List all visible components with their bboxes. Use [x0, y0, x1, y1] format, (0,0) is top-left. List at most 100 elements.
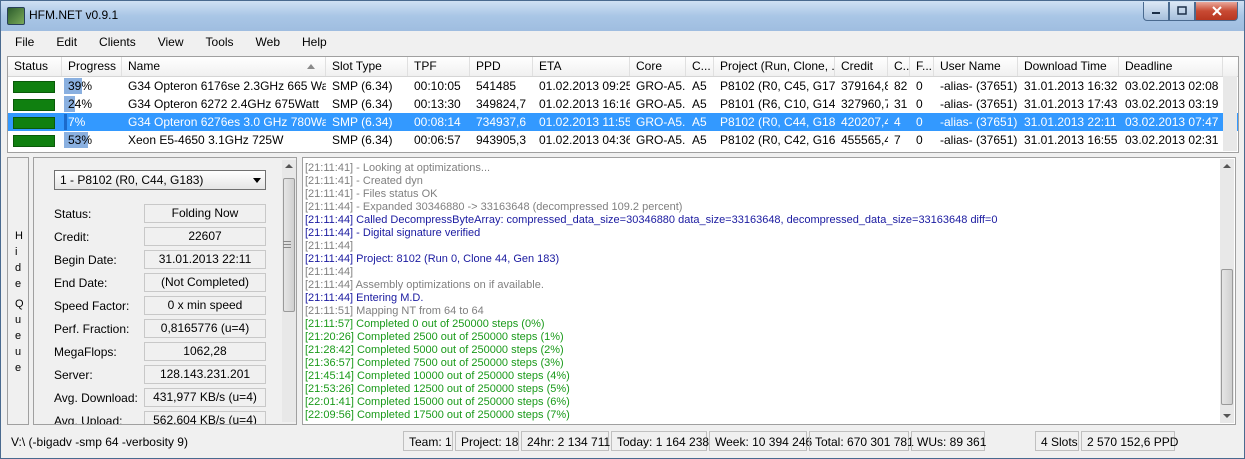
menu-edit[interactable]: Edit: [42, 35, 85, 49]
col-core-id[interactable]: C...: [686, 57, 714, 76]
col-ppd[interactable]: PPD: [470, 57, 533, 76]
info-scrollbar[interactable]: [282, 160, 296, 422]
cell-project: P8102 (R0, C45, G174): [720, 79, 835, 93]
cell-user: -alias- (37651): [940, 97, 1018, 111]
log-line: [21:11:44] Entering M.D.: [305, 292, 424, 304]
megaflops-label: MegaFlops:: [54, 345, 117, 359]
cell-name: G34 Opteron 6276es 3.0 GHz 780Watt: [128, 115, 326, 129]
avg-download-value: 431,977 KB/s (u=4): [144, 388, 266, 407]
log-line: [21:53:26] Completed 12500 out of 250000…: [305, 383, 570, 395]
splitter-handle[interactable]: [283, 241, 291, 261]
col-status[interactable]: Status: [8, 57, 62, 76]
app-window: HFM.NET v0.9.1 File Edit Clients View To…: [0, 0, 1245, 459]
cell-slot-type: SMP (6.34): [332, 97, 393, 111]
cell-completed: 31: [894, 97, 908, 111]
window-controls: [1143, 2, 1238, 21]
col-user-name[interactable]: User Name: [934, 57, 1018, 76]
menu-tools[interactable]: Tools: [192, 35, 242, 49]
status-project: Project: 18: [455, 431, 519, 451]
col-completed[interactable]: C..: [888, 57, 910, 76]
table-row[interactable]: 24% G34 Opteron 6272 2.4GHz 675Watt SMP …: [8, 95, 1238, 113]
slot-select[interactable]: 1 - P8102 (R0, C44, G183): [54, 170, 266, 190]
grip-line: [283, 241, 291, 242]
cell-eta: 01.02.2013 04:36: [539, 133, 630, 147]
cell-failed: 0: [916, 97, 923, 111]
begin-date-label: Begin Date:: [54, 253, 117, 267]
slots-grid: Status Progress Name Slot Type TPF PPD E…: [7, 56, 1239, 153]
cell-slot-type: SMP (6.34): [332, 133, 393, 147]
col-slot-type[interactable]: Slot Type: [326, 57, 408, 76]
window-title: HFM.NET v0.9.1: [29, 8, 119, 22]
table-row[interactable]: 53% Xeon E5-4650 3.1GHz 725W SMP (6.34) …: [8, 131, 1238, 149]
menu-bar: File Edit Clients View Tools Web Help: [1, 31, 1244, 53]
server-label: Server:: [54, 368, 93, 382]
hide-queue-letter: e: [15, 330, 22, 342]
col-eta[interactable]: ETA: [533, 57, 630, 76]
log-line: [21:11:44] Assembly optimizations on if …: [305, 279, 544, 291]
log-line: [21:36:57] Completed 7500 out of 250000 …: [305, 357, 564, 369]
log-line: [21:11:44] - Expanded 30346880 -> 331636…: [305, 201, 683, 213]
menu-view[interactable]: View: [144, 35, 192, 49]
cell-credit: 420207,4: [841, 115, 888, 129]
cell-slot-type: SMP (6.34): [332, 79, 393, 93]
status-value: Folding Now: [144, 204, 266, 223]
slot-select-value: 1 - P8102 (R0, C44, G183): [60, 173, 204, 187]
avg-upload-value: 562,604 KB/s (u=4): [144, 411, 266, 424]
credit-label: Credit:: [54, 230, 90, 244]
chevron-down-icon: [253, 178, 261, 183]
col-project[interactable]: Project (Run, Clone, ...: [714, 57, 835, 76]
status-wus: WUs: 89 361: [911, 431, 986, 451]
log-line: [21:11:41] - Created dyn: [305, 175, 423, 187]
log-scrollbar[interactable]: [1220, 159, 1234, 423]
hide-queue-button[interactable]: HideQueue: [7, 157, 29, 425]
menu-file[interactable]: File: [1, 35, 42, 49]
log-viewer[interactable]: [21:11:41] - Looking at optimizations...…: [302, 157, 1236, 425]
title-bar[interactable]: HFM.NET v0.9.1: [1, 1, 1244, 31]
minimize-button[interactable]: [1143, 2, 1169, 21]
cell-core: GRO-A5...: [636, 133, 686, 147]
hide-queue-letter: Q: [15, 298, 24, 310]
status-today: Today: 1 164 238: [611, 431, 709, 451]
cell-name: Xeon E5-4650 3.1GHz 725W: [128, 133, 284, 147]
maximize-button[interactable]: [1169, 2, 1195, 21]
menu-web[interactable]: Web: [242, 35, 288, 49]
scroll-up-icon[interactable]: [285, 164, 293, 168]
cell-ppd: 734937,6: [476, 115, 527, 129]
cell-core: GRO-A5...: [636, 97, 686, 111]
col-core[interactable]: Core: [630, 57, 686, 76]
progress-text: 39%: [68, 79, 93, 93]
close-icon: [1211, 6, 1222, 16]
cell-project: P8101 (R6, C10, G143): [720, 97, 835, 111]
table-row[interactable]: 7% G34 Opteron 6276es 3.0 GHz 780Watt SM…: [8, 113, 1238, 131]
col-name[interactable]: Name: [122, 57, 326, 76]
cell-credit: 379164,8: [841, 79, 888, 93]
cell-eta: 01.02.2013 11:55: [539, 115, 630, 129]
grid-header: Status Progress Name Slot Type TPF PPD E…: [8, 57, 1238, 77]
menu-clients[interactable]: Clients: [85, 35, 144, 49]
status-path: V:\ (-bigadv -smp 64 -verbosity 9): [11, 435, 188, 449]
work-unit-info-panel: 1 - P8102 (R0, C44, G183) Status: Foldin…: [33, 157, 297, 425]
credit-value: 22607: [144, 227, 266, 246]
log-line: [21:11:44]: [305, 240, 354, 252]
cell-user: -alias- (37651): [940, 133, 1018, 147]
col-credit[interactable]: Credit: [835, 57, 888, 76]
cell-project: P8102 (R0, C42, G160): [720, 133, 835, 147]
close-button[interactable]: [1195, 2, 1238, 21]
log-scroll-thumb[interactable]: [1221, 269, 1233, 405]
status-week: Week: 10 394 246: [709, 431, 812, 451]
status-24hr: 24hr: 2 134 711: [521, 431, 610, 451]
status-indicator: [13, 135, 55, 147]
scroll-down-icon[interactable]: [1223, 414, 1231, 418]
col-deadline[interactable]: Deadline: [1119, 57, 1223, 76]
col-failed[interactable]: F...: [910, 57, 934, 76]
col-download-time[interactable]: Download Time: [1018, 57, 1119, 76]
cell-core-id: A5: [692, 115, 707, 129]
scroll-up-icon[interactable]: [1223, 164, 1231, 168]
col-progress[interactable]: Progress: [62, 57, 122, 76]
menu-help[interactable]: Help: [288, 35, 335, 49]
perf-fraction-label: Perf. Fraction:: [54, 322, 130, 336]
table-row[interactable]: 39% G34 Opteron 6176se 2.3GHz 665 Watt S…: [8, 77, 1238, 95]
col-tpf[interactable]: TPF: [408, 57, 470, 76]
grid-scrollbar[interactable]: [1223, 76, 1237, 151]
cell-tpf: 00:13:30: [414, 97, 461, 111]
